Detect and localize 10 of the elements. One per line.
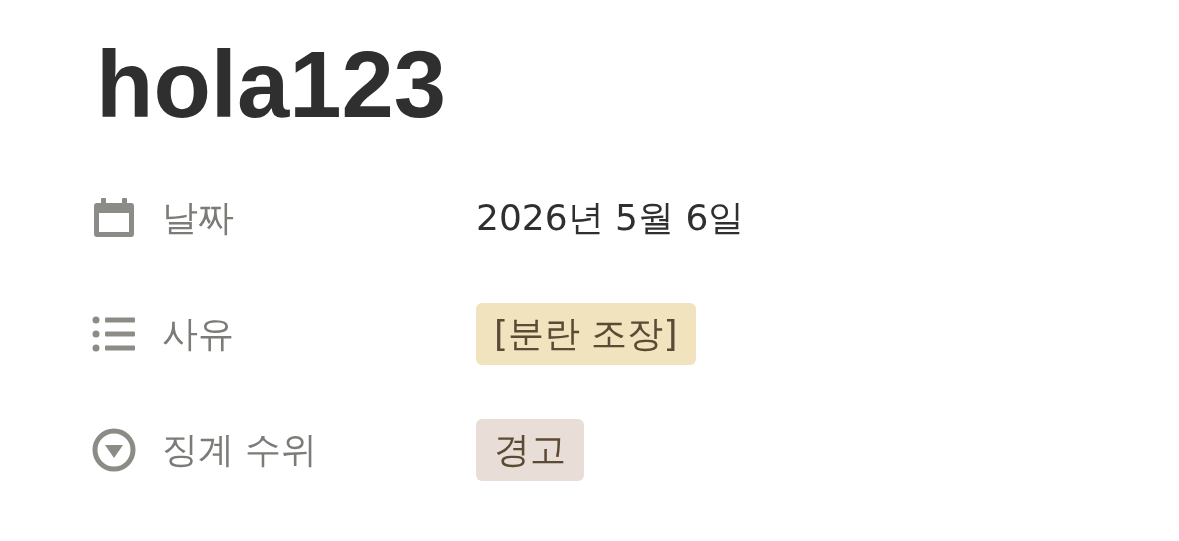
tag[interactable]: 경고 [476, 419, 584, 481]
dropdown-circle-icon [92, 428, 136, 472]
calendar-icon [92, 197, 136, 239]
tag[interactable]: [분란 조장] [476, 303, 696, 365]
date-value: 2026년 5월 6일 [476, 196, 745, 240]
page-title: hola123 [96, 38, 447, 132]
property-label: 날짜 [162, 196, 234, 240]
property-label: 사유 [162, 312, 234, 356]
property-label: 징계 수위 [162, 428, 318, 472]
list-icon [92, 316, 136, 352]
